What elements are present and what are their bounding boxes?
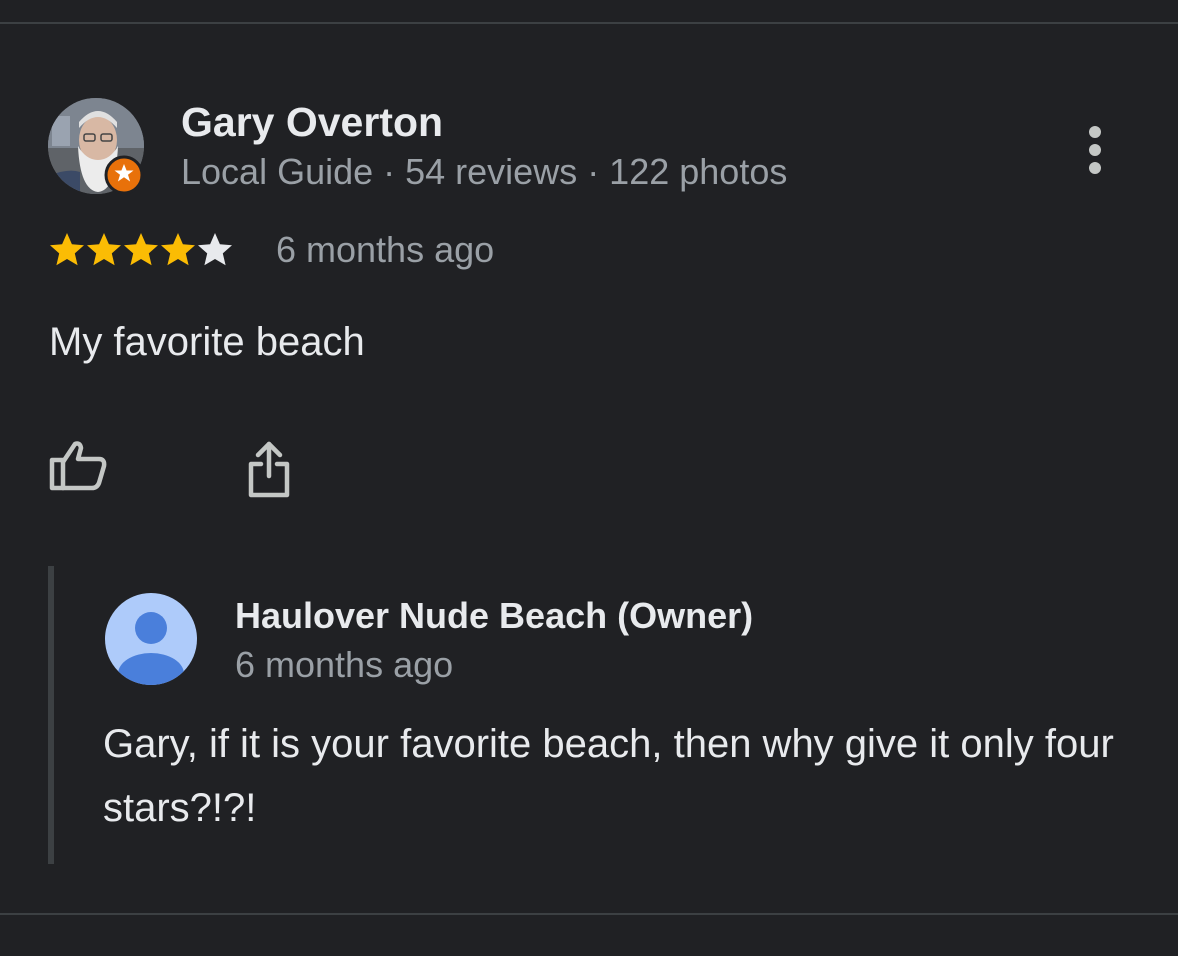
star-empty-icon bbox=[198, 233, 232, 266]
share-button[interactable] bbox=[244, 440, 294, 500]
reviewer-meta: Local Guide · 54 reviews · 122 photos bbox=[181, 151, 788, 192]
owner-name: Haulover Nude Beach (Owner) bbox=[235, 595, 754, 636]
owner-response-text: Gary, if it is your favorite beach, then… bbox=[103, 722, 1114, 830]
star-filled-icon bbox=[50, 233, 84, 266]
more-options-button[interactable] bbox=[1076, 124, 1114, 180]
share-icon bbox=[248, 441, 290, 498]
star-rating bbox=[48, 229, 233, 271]
owner-response-time: 6 months ago bbox=[235, 644, 454, 685]
local-guide-badge-icon bbox=[104, 155, 144, 195]
star-filled-icon bbox=[161, 233, 195, 266]
owner-avatar[interactable] bbox=[104, 592, 198, 686]
review-card: Gary Overton Local Guide · 54 reviews · … bbox=[0, 0, 1178, 956]
reviewer-name[interactable]: Gary Overton bbox=[181, 98, 443, 146]
bottom-divider bbox=[0, 913, 1178, 915]
star-filled-icon bbox=[124, 233, 158, 266]
like-button[interactable] bbox=[49, 440, 109, 492]
thumbs-up-icon bbox=[49, 441, 107, 491]
star-filled-icon bbox=[87, 233, 121, 266]
more-vertical-icon bbox=[1089, 126, 1101, 174]
reply-indent-bar bbox=[48, 566, 54, 864]
review-text: My favorite beach bbox=[49, 320, 365, 364]
default-profile-icon bbox=[105, 593, 197, 685]
review-time: 6 months ago bbox=[276, 229, 495, 270]
owner-response: Haulover Nude Beach (Owner) 6 months ago… bbox=[48, 566, 1148, 864]
